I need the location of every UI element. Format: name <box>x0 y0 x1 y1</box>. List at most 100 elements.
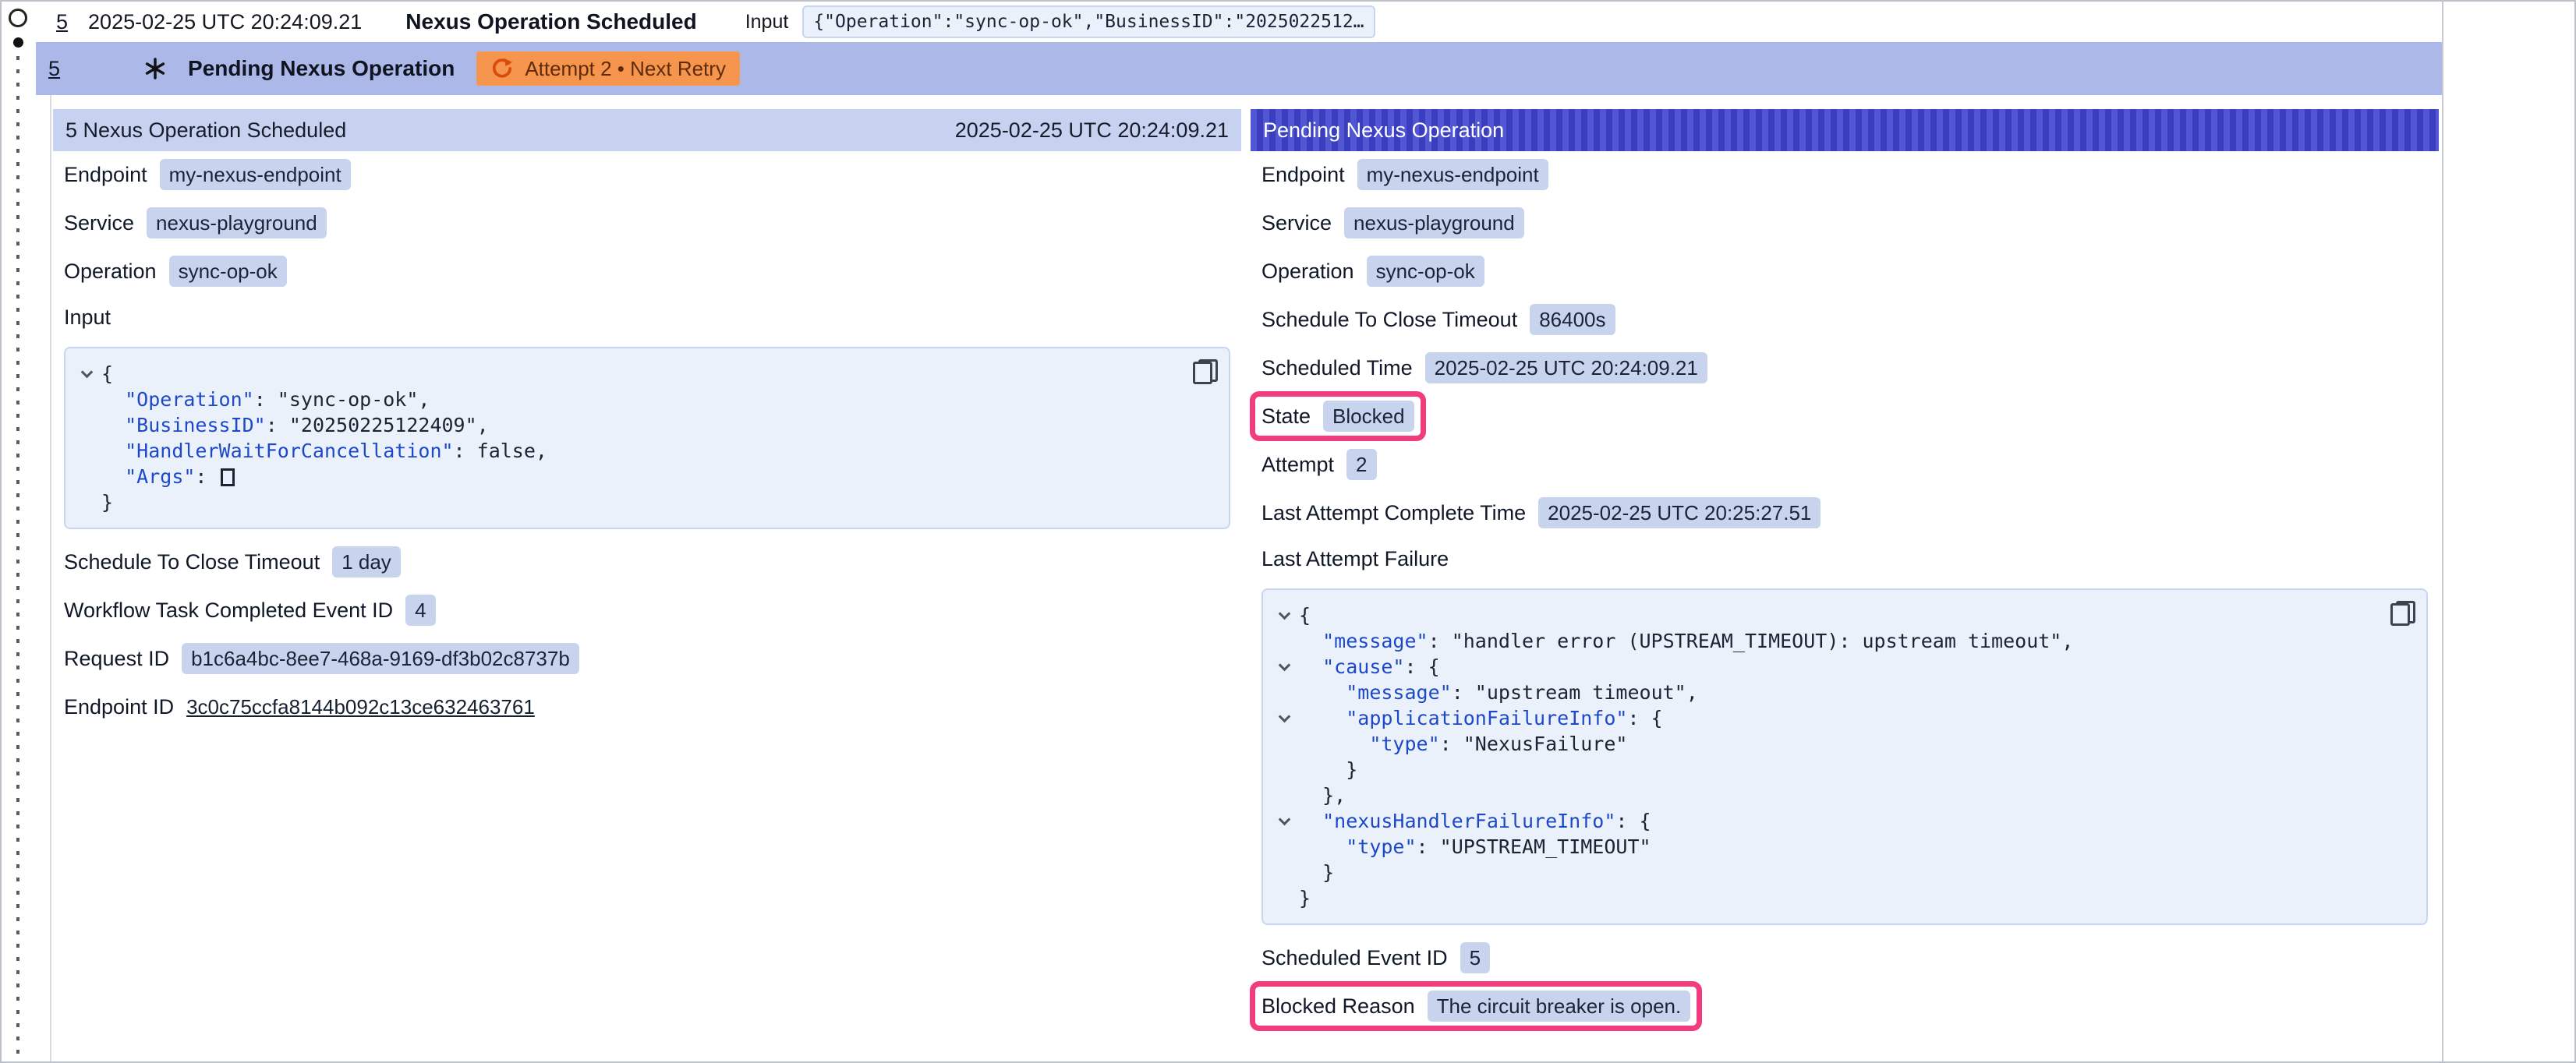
field-label: Request ID <box>64 647 169 671</box>
code-line: "cause": { <box>1269 654 2376 680</box>
event-timestamp: 2025-02-25 UTC 20:24:09.21 <box>88 10 362 34</box>
field-value-badge: my-nexus-endpoint <box>1357 159 1548 190</box>
pending-operation-header: Pending Nexus Operation <box>1251 109 2439 151</box>
code-line: } <box>1269 885 2376 911</box>
field-value-badge: 1 day <box>332 546 401 577</box>
event-details-body: Endpoint my-nexus-endpoint Servicenexus-pl… <box>53 151 1241 738</box>
expanded-event-details: 5 Nexus Operation Scheduled 2025-02-25 U… <box>50 95 2442 1063</box>
code-text: }, <box>1299 782 1346 808</box>
failure-json-lines: { "message": "handler error (UPSTREAM_TI… <box>1269 602 2376 911</box>
field-label: Operation <box>1261 260 1354 284</box>
code-line: } <box>72 489 1179 515</box>
code-text: "message": "upstream timeout", <box>1299 680 1698 705</box>
failure-section-label: Last Attempt Failure <box>1261 547 1449 571</box>
field-value-badge: 2 <box>1346 449 1376 480</box>
field-value-badge: nexus-playground <box>1344 207 1524 238</box>
field-endpoint: Endpointmy-nexus-endpoint <box>1261 159 1548 190</box>
field-value-badge: 4 <box>405 595 435 626</box>
chevron-down-icon[interactable] <box>1269 654 1299 680</box>
event-history-content: 5 2025-02-25 UTC 20:24:09.21 Nexus Opera… <box>36 2 2443 1061</box>
code-line: "applicationFailureInfo": { <box>1269 705 2376 731</box>
code-line: "nexusHandlerFailureInfo": { <box>1269 808 2376 834</box>
field-label: Scheduled Event ID <box>1261 946 1448 970</box>
event-details-title: 5 Nexus Operation Scheduled <box>65 118 346 143</box>
event-history-view: 5 2025-02-25 UTC 20:24:09.21 Nexus Opera… <box>0 0 2576 1063</box>
code-text: "BusinessID": "20250225122409", <box>101 412 489 438</box>
code-line: }, <box>1269 782 2376 808</box>
field-label: Scheduled Time <box>1261 356 1413 380</box>
timeline-rail <box>2 2 36 1061</box>
code-line: } <box>1269 757 2376 782</box>
field-service: Servicenexus-playground <box>1261 207 1524 238</box>
field-last-attempt-complete-time: Last Attempt Complete Time2025-02-25 UTC… <box>1261 497 1821 528</box>
code-gutter <box>1269 860 1299 885</box>
field-label: Blocked Reason <box>1261 994 1415 1019</box>
code-gutter <box>72 464 101 489</box>
input-json-lines: { "Operation": "sync-op-ok", "BusinessID… <box>72 361 1179 515</box>
code-text: { <box>1299 602 1311 628</box>
code-text: "Args": <box>101 464 235 489</box>
pending-event-id-link[interactable]: 5 <box>48 57 60 81</box>
event-fields-bottom: Schedule To Close Timeout1 day Workflow T… <box>64 546 579 722</box>
event-input-preview-badge[interactable]: {"Operation":"sync-op-ok","BusinessID":"… <box>802 5 1375 38</box>
field-value-badge: my-nexus-endpoint <box>160 159 351 190</box>
pending-operation-panel: Pending Nexus Operation Endpointmy-nexus… <box>1251 109 2439 1037</box>
field-state: State Blocked <box>1261 401 1414 432</box>
code-gutter <box>1269 834 1299 860</box>
field-label: Endpoint <box>64 163 147 187</box>
field-value-badge: 86400s <box>1530 304 1615 335</box>
code-gutter <box>1269 885 1299 911</box>
field-schedule-to-close-timeout: Schedule To Close Timeout 86400s <box>1261 304 1615 335</box>
pending-nexus-operation-row[interactable]: 5 Pending Nexus Operation <box>36 42 2442 95</box>
code-text: "nexusHandlerFailureInfo": { <box>1299 808 1651 834</box>
code-text: "applicationFailureInfo": { <box>1299 705 1663 731</box>
chevron-down-icon[interactable] <box>72 361 101 387</box>
field-value-badge: 2025-02-25 UTC 20:24:09.21 <box>1425 352 1707 383</box>
event-input-label: Input <box>745 11 789 34</box>
field-label: Attempt <box>1261 453 1334 477</box>
code-gutter <box>72 412 101 438</box>
field-value-badge: The circuit breaker is open. <box>1428 991 1691 1022</box>
timeline-dot-icon <box>13 37 23 48</box>
copy-icon[interactable] <box>1193 359 1215 384</box>
field-value-badge: sync-op-ok <box>1367 256 1484 287</box>
pending-operation-title: Pending Nexus Operation <box>1263 118 1504 143</box>
code-gutter <box>1269 680 1299 705</box>
field-scheduled-time: Scheduled Time 2025-02-25 UTC 20:24:09.21 <box>1261 352 1707 383</box>
code-text: "type": "NexusFailure" <box>1299 731 1627 757</box>
chevron-down-icon[interactable] <box>1269 602 1299 628</box>
code-gutter <box>72 438 101 464</box>
code-line: "message": "upstream timeout", <box>1269 680 2376 705</box>
chevron-down-icon[interactable] <box>1269 705 1299 731</box>
event-row-nexus-operation-scheduled[interactable]: 5 2025-02-25 UTC 20:24:09.21 Nexus Opera… <box>36 2 2442 42</box>
code-text: } <box>101 489 113 515</box>
field-operation: Operationsync-op-ok <box>64 256 287 287</box>
field-label: State <box>1261 404 1311 429</box>
field-service: Servicenexus-playground <box>64 207 327 238</box>
field-scheduled-event-id: Scheduled Event ID5 <box>1261 942 1490 973</box>
failure-json-viewer: { "message": "handler error (UPSTREAM_TI… <box>1261 588 2428 925</box>
code-line: "Operation": "sync-op-ok", <box>72 387 1179 412</box>
event-id-link[interactable]: 5 <box>56 10 68 34</box>
field-label: Workflow Task Completed Event ID <box>64 599 393 623</box>
field-label: Schedule To Close Timeout <box>1261 308 1517 332</box>
retry-icon <box>490 57 514 80</box>
code-line: "message": "handler error (UPSTREAM_TIME… <box>1269 628 2376 654</box>
code-text: "type": "UPSTREAM_TIMEOUT" <box>1299 834 1651 860</box>
field-value-badge: 2025-02-25 UTC 20:25:27.51 <box>1538 497 1821 528</box>
field-value-link[interactable]: 3c0c75ccfa8144b092c13ce632463761 <box>186 695 535 719</box>
code-line: "HandlerWaitForCancellation": false, <box>72 438 1179 464</box>
copy-icon[interactable] <box>2390 601 2412 626</box>
field-attempt: Attempt 2 <box>1261 449 1377 480</box>
input-section-label: Input <box>64 305 111 330</box>
field-label: Endpoint ID <box>64 695 174 719</box>
field-blocked-reason: Blocked Reason The circuit breaker is ope… <box>1261 991 1690 1022</box>
code-line: { <box>1269 602 2376 628</box>
code-text: } <box>1299 757 1357 782</box>
code-line: "type": "NexusFailure" <box>1269 731 2376 757</box>
field-schedule-to-close-timeout: Schedule To Close Timeout1 day <box>64 546 401 577</box>
field-value-badge: nexus-playground <box>147 207 327 238</box>
timeline-node-icon <box>9 9 27 27</box>
chevron-down-icon[interactable] <box>1269 808 1299 834</box>
field-value-badge: Blocked <box>1323 401 1414 432</box>
